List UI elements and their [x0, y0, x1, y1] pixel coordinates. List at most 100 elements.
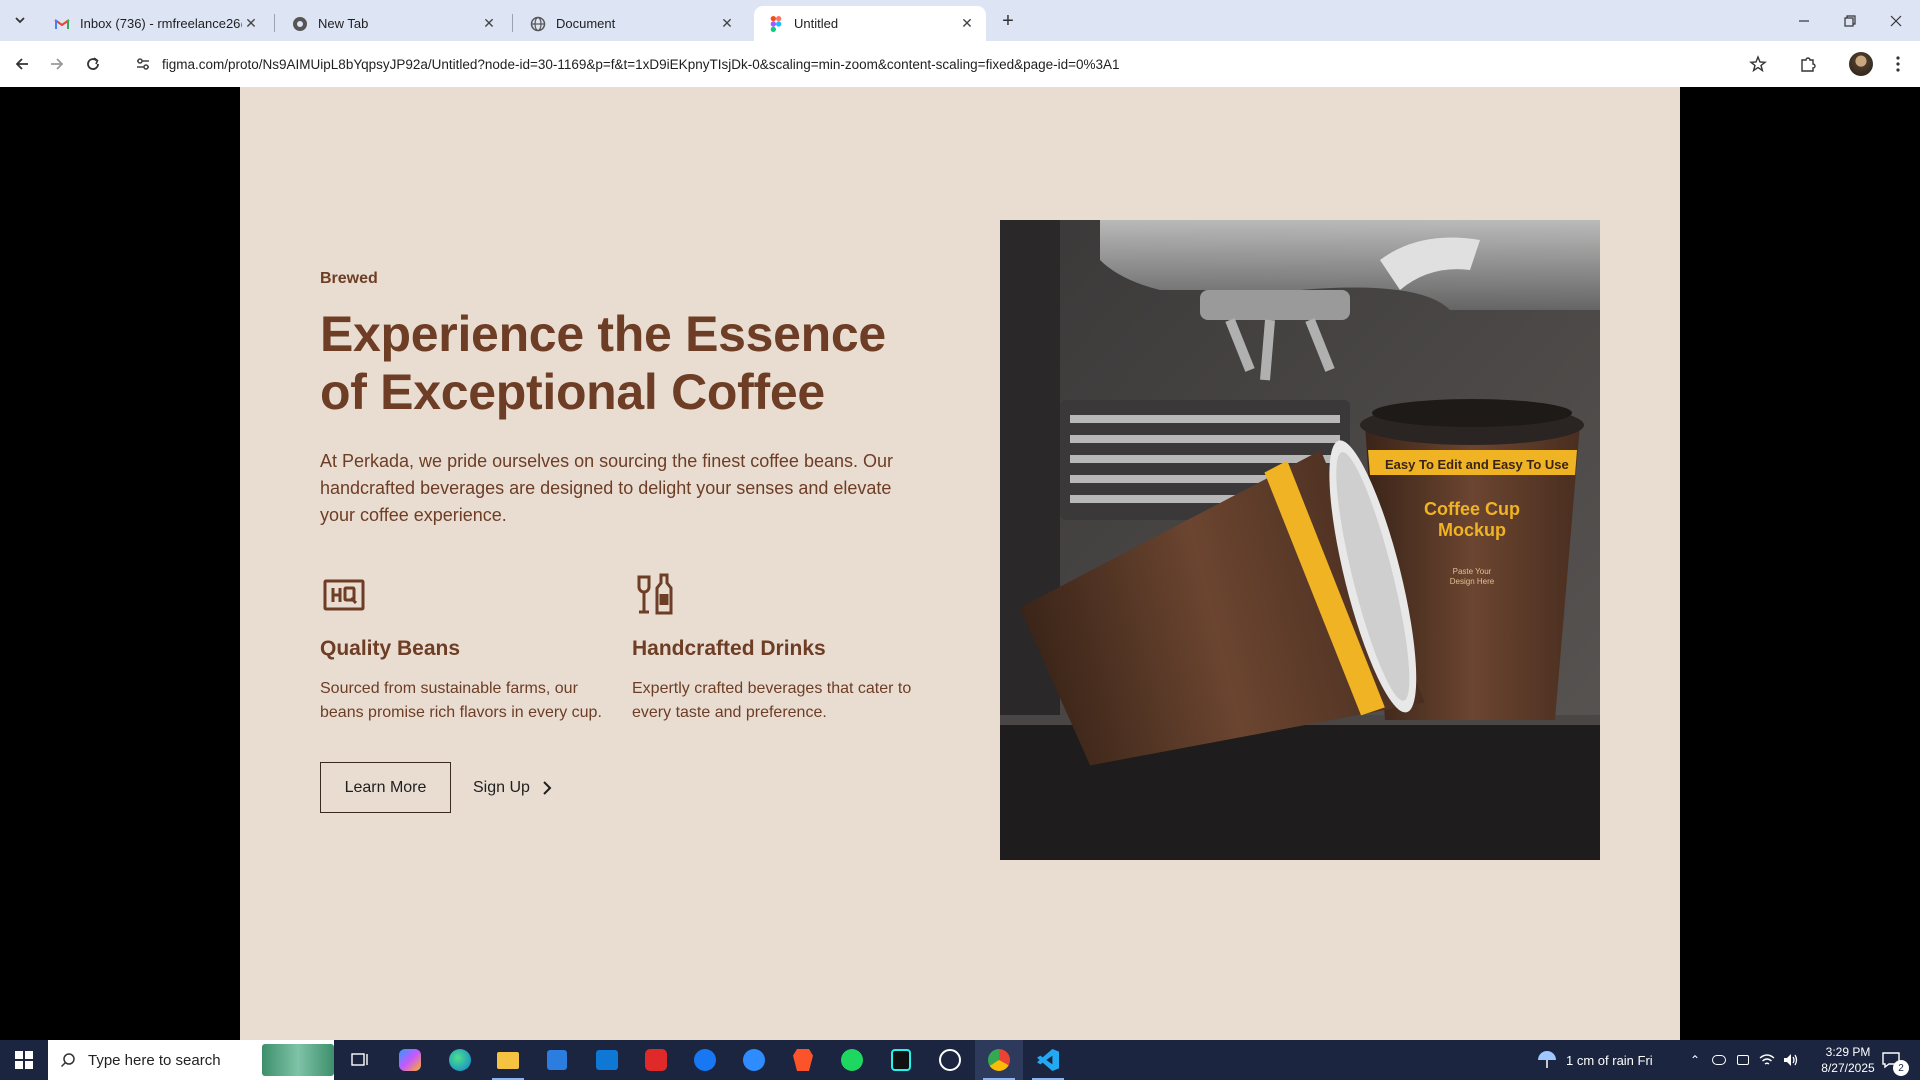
store-icon	[547, 1050, 567, 1070]
camera-icon	[1737, 1055, 1749, 1065]
taskbar-messenger[interactable]	[730, 1040, 778, 1080]
taskbar-facebook[interactable]	[681, 1040, 729, 1080]
profile-avatar[interactable]	[1849, 52, 1873, 76]
tab-new-tab[interactable]: New Tab ✕	[278, 6, 508, 41]
task-view-icon	[351, 1053, 368, 1066]
clock-time: 3:29 PM	[1825, 1045, 1871, 1059]
folder-icon	[497, 1051, 519, 1069]
taskbar-copilot[interactable]	[386, 1040, 434, 1080]
search-highlight-icon	[262, 1044, 334, 1076]
tray-network[interactable]	[1755, 1040, 1779, 1080]
outlook-icon	[596, 1050, 618, 1070]
tab-untitled-figma[interactable]: Untitled ✕	[754, 6, 986, 41]
hero-image: Easy To Edit and Easy To Use Coffee Cup …	[1000, 220, 1600, 860]
extensions-button[interactable]	[1794, 50, 1822, 78]
tray-meet-now[interactable]	[1731, 1040, 1755, 1080]
search-icon	[48, 1052, 88, 1068]
taskbar-chatgpt[interactable]	[926, 1040, 974, 1080]
chrome-icon	[988, 1049, 1010, 1071]
close-icon[interactable]: ✕	[480, 15, 498, 33]
reload-button[interactable]	[79, 50, 107, 78]
close-icon[interactable]: ✕	[718, 15, 736, 33]
restore-icon	[1844, 14, 1856, 27]
facebook-icon	[694, 1049, 716, 1071]
tab-search-button[interactable]	[8, 8, 32, 32]
figma-icon	[768, 15, 784, 32]
show-hidden-icons-button[interactable]: ⌃	[1683, 1040, 1707, 1080]
minimize-button[interactable]	[1781, 0, 1827, 41]
taskbar-edge[interactable]	[436, 1040, 484, 1080]
tab-title: Document	[556, 16, 616, 31]
windows-taskbar: Type here to search 1 cm of rain Fri ⌃ 3…	[0, 1040, 1920, 1080]
sign-up-button[interactable]: Sign Up	[473, 762, 552, 813]
tab-document[interactable]: Document ✕	[516, 6, 746, 41]
close-icon	[1890, 15, 1902, 26]
messenger-icon	[743, 1049, 765, 1071]
site-settings-icon[interactable]	[128, 49, 158, 79]
close-icon[interactable]: ✕	[958, 15, 976, 33]
cup-title-text: Coffee Cup	[1424, 499, 1520, 519]
taskbar-tiktok[interactable]	[877, 1040, 925, 1080]
edge-icon	[449, 1049, 471, 1071]
page-title: Experience the Essence of Exceptional Co…	[320, 306, 886, 420]
address-bar[interactable]: figma.com/proto/Ns9AIMUipL8bYqpsyJP92a/U…	[122, 47, 1789, 81]
tray-onedrive[interactable]	[1707, 1040, 1731, 1080]
restore-button[interactable]	[1827, 0, 1873, 41]
taskbar-store[interactable]	[533, 1040, 581, 1080]
wifi-icon	[1759, 1054, 1775, 1065]
search-placeholder: Type here to search	[88, 1051, 221, 1069]
taskbar-file-explorer[interactable]	[484, 1040, 532, 1080]
taskbar-brave[interactable]	[779, 1040, 827, 1080]
chevron-right-icon	[543, 780, 552, 795]
bookmark-button[interactable]	[1744, 50, 1772, 78]
tab-title: New Tab	[318, 16, 369, 31]
chevron-up-icon: ⌃	[1689, 1053, 1701, 1067]
taskbar-vscode[interactable]	[1024, 1040, 1072, 1080]
learn-more-button[interactable]: Learn More	[320, 762, 451, 813]
tray-volume[interactable]	[1779, 1040, 1803, 1080]
gmail-icon	[54, 16, 70, 32]
browser-menu-button[interactable]	[1884, 50, 1912, 78]
start-button[interactable]	[0, 1040, 48, 1080]
taskbar-outlook[interactable]	[583, 1040, 631, 1080]
new-tab-button[interactable]: +	[995, 8, 1021, 34]
feature-title: Quality Beans	[320, 637, 461, 660]
page-viewport: Brewed Experience the Essence of Excepti…	[0, 87, 1920, 1040]
weather-widget[interactable]: 1 cm of rain Fri	[1536, 1040, 1653, 1080]
cup-paste-text: Paste Your	[1453, 567, 1492, 576]
bottle-glass-icon	[637, 573, 673, 615]
windows-logo-icon	[15, 1051, 33, 1069]
url-text[interactable]: figma.com/proto/Ns9AIMUipL8bYqpsyJP92a/U…	[162, 57, 1120, 72]
close-window-button[interactable]	[1873, 0, 1919, 41]
chatgpt-icon	[939, 1049, 961, 1071]
taskbar-wps[interactable]	[632, 1040, 680, 1080]
minimize-icon	[1799, 19, 1809, 22]
notification-count-badge: 2	[1893, 1060, 1909, 1076]
task-view-button[interactable]	[336, 1040, 384, 1080]
forward-button[interactable]	[43, 50, 71, 78]
taskbar-search[interactable]: Type here to search	[48, 1040, 334, 1080]
taskbar-spotify[interactable]	[828, 1040, 876, 1080]
tab-title: Untitled	[794, 16, 839, 31]
cup-paste-text: Design Here	[1450, 577, 1495, 586]
reload-icon	[87, 57, 99, 70]
tab-gmail[interactable]: Inbox (736) - rmfreelance26@g ✕	[40, 6, 270, 41]
tiktok-icon	[891, 1049, 911, 1071]
feature-text: Sourced from sustainable farms, our bean…	[320, 680, 602, 721]
feature-handcrafted-drinks: Handcrafted Drinks Expertly crafted beve…	[632, 571, 932, 725]
feature-title: Handcrafted Drinks	[632, 637, 826, 660]
cloud-icon	[1712, 1055, 1726, 1065]
copilot-icon	[399, 1049, 421, 1071]
notification-center-button[interactable]: 2	[1866, 1040, 1916, 1080]
plus-icon: +	[1002, 9, 1014, 32]
globe-icon	[530, 16, 546, 32]
puzzle-icon	[1801, 57, 1816, 72]
back-button[interactable]	[8, 50, 36, 78]
star-icon	[1749, 55, 1767, 73]
cup-subtitle-text: Mockup	[1438, 520, 1506, 540]
browser-toolbar: figma.com/proto/Ns9AIMUipL8bYqpsyJP92a/U…	[0, 41, 1920, 87]
close-icon[interactable]: ✕	[242, 15, 260, 33]
prototype-frame: Brewed Experience the Essence of Excepti…	[240, 87, 1680, 1040]
taskbar-chrome[interactable]	[975, 1040, 1023, 1080]
browser-tab-strip: Inbox (736) - rmfreelance26@g ✕ New Tab …	[0, 0, 1920, 41]
